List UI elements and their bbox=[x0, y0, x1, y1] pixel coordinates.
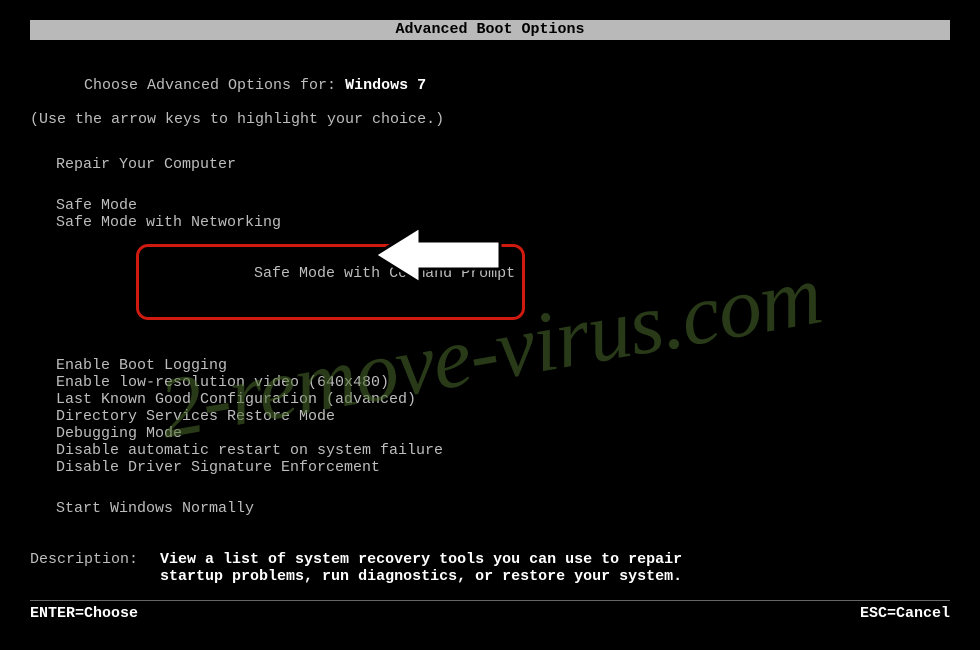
description-label: Description: bbox=[30, 551, 138, 568]
footer-bar: ENTER=Choose ESC=Cancel bbox=[30, 600, 950, 622]
menu-item-highlighted-wrap: Safe Mode with Command Prompt bbox=[142, 248, 519, 316]
prompt-label: Choose Advanced Options for: bbox=[84, 77, 345, 94]
menu-item-start-normally[interactable]: Start Windows Normally bbox=[52, 500, 258, 517]
menu-group-repair: Repair Your Computer bbox=[52, 156, 950, 173]
menu-item-safe-mode[interactable]: Safe Mode bbox=[52, 197, 141, 214]
menu-item-ds-restore-mode[interactable]: Directory Services Restore Mode bbox=[52, 408, 339, 425]
menu-item-enable-boot-logging[interactable]: Enable Boot Logging bbox=[52, 357, 231, 374]
menu-item-repair-your-computer[interactable]: Repair Your Computer bbox=[52, 156, 240, 173]
menu-group-safe-mode: Safe Mode Safe Mode with Networking Safe… bbox=[52, 197, 950, 333]
footer-enter: ENTER=Choose bbox=[30, 605, 138, 622]
description-block: Description: View a list of system recov… bbox=[30, 551, 950, 585]
menu-item-low-res-video[interactable]: Enable low-resolution video (640x480) bbox=[52, 374, 393, 391]
menu-item-debugging-mode[interactable]: Debugging Mode bbox=[52, 425, 186, 442]
highlight-ring bbox=[136, 244, 525, 320]
title-text: Advanced Boot Options bbox=[395, 21, 584, 38]
menu-item-safe-mode-networking[interactable]: Safe Mode with Networking bbox=[52, 214, 285, 231]
menu-group-normal: Start Windows Normally bbox=[52, 500, 950, 517]
menu-item-safe-mode-command-prompt[interactable]: Safe Mode with Command Prompt bbox=[250, 265, 519, 282]
description-text: View a list of system recovery tools you… bbox=[160, 551, 720, 585]
menu-item-last-known-good[interactable]: Last Known Good Configuration (advanced) bbox=[52, 391, 420, 408]
menu-item-disable-driver-sig[interactable]: Disable Driver Signature Enforcement bbox=[52, 459, 384, 476]
menu-group-advanced: Enable Boot Logging Enable low-resolutio… bbox=[52, 357, 950, 476]
footer-esc: ESC=Cancel bbox=[860, 605, 950, 622]
hint-line: (Use the arrow keys to highlight your ch… bbox=[30, 111, 950, 128]
boot-menu[interactable]: Repair Your Computer Safe Mode Safe Mode… bbox=[52, 156, 950, 517]
prompt-line: Choose Advanced Options for: Windows 7 bbox=[30, 60, 950, 111]
menu-item-disable-auto-restart[interactable]: Disable automatic restart on system fail… bbox=[52, 442, 447, 459]
os-name: Windows 7 bbox=[345, 77, 426, 94]
title-bar: Advanced Boot Options bbox=[30, 20, 950, 40]
